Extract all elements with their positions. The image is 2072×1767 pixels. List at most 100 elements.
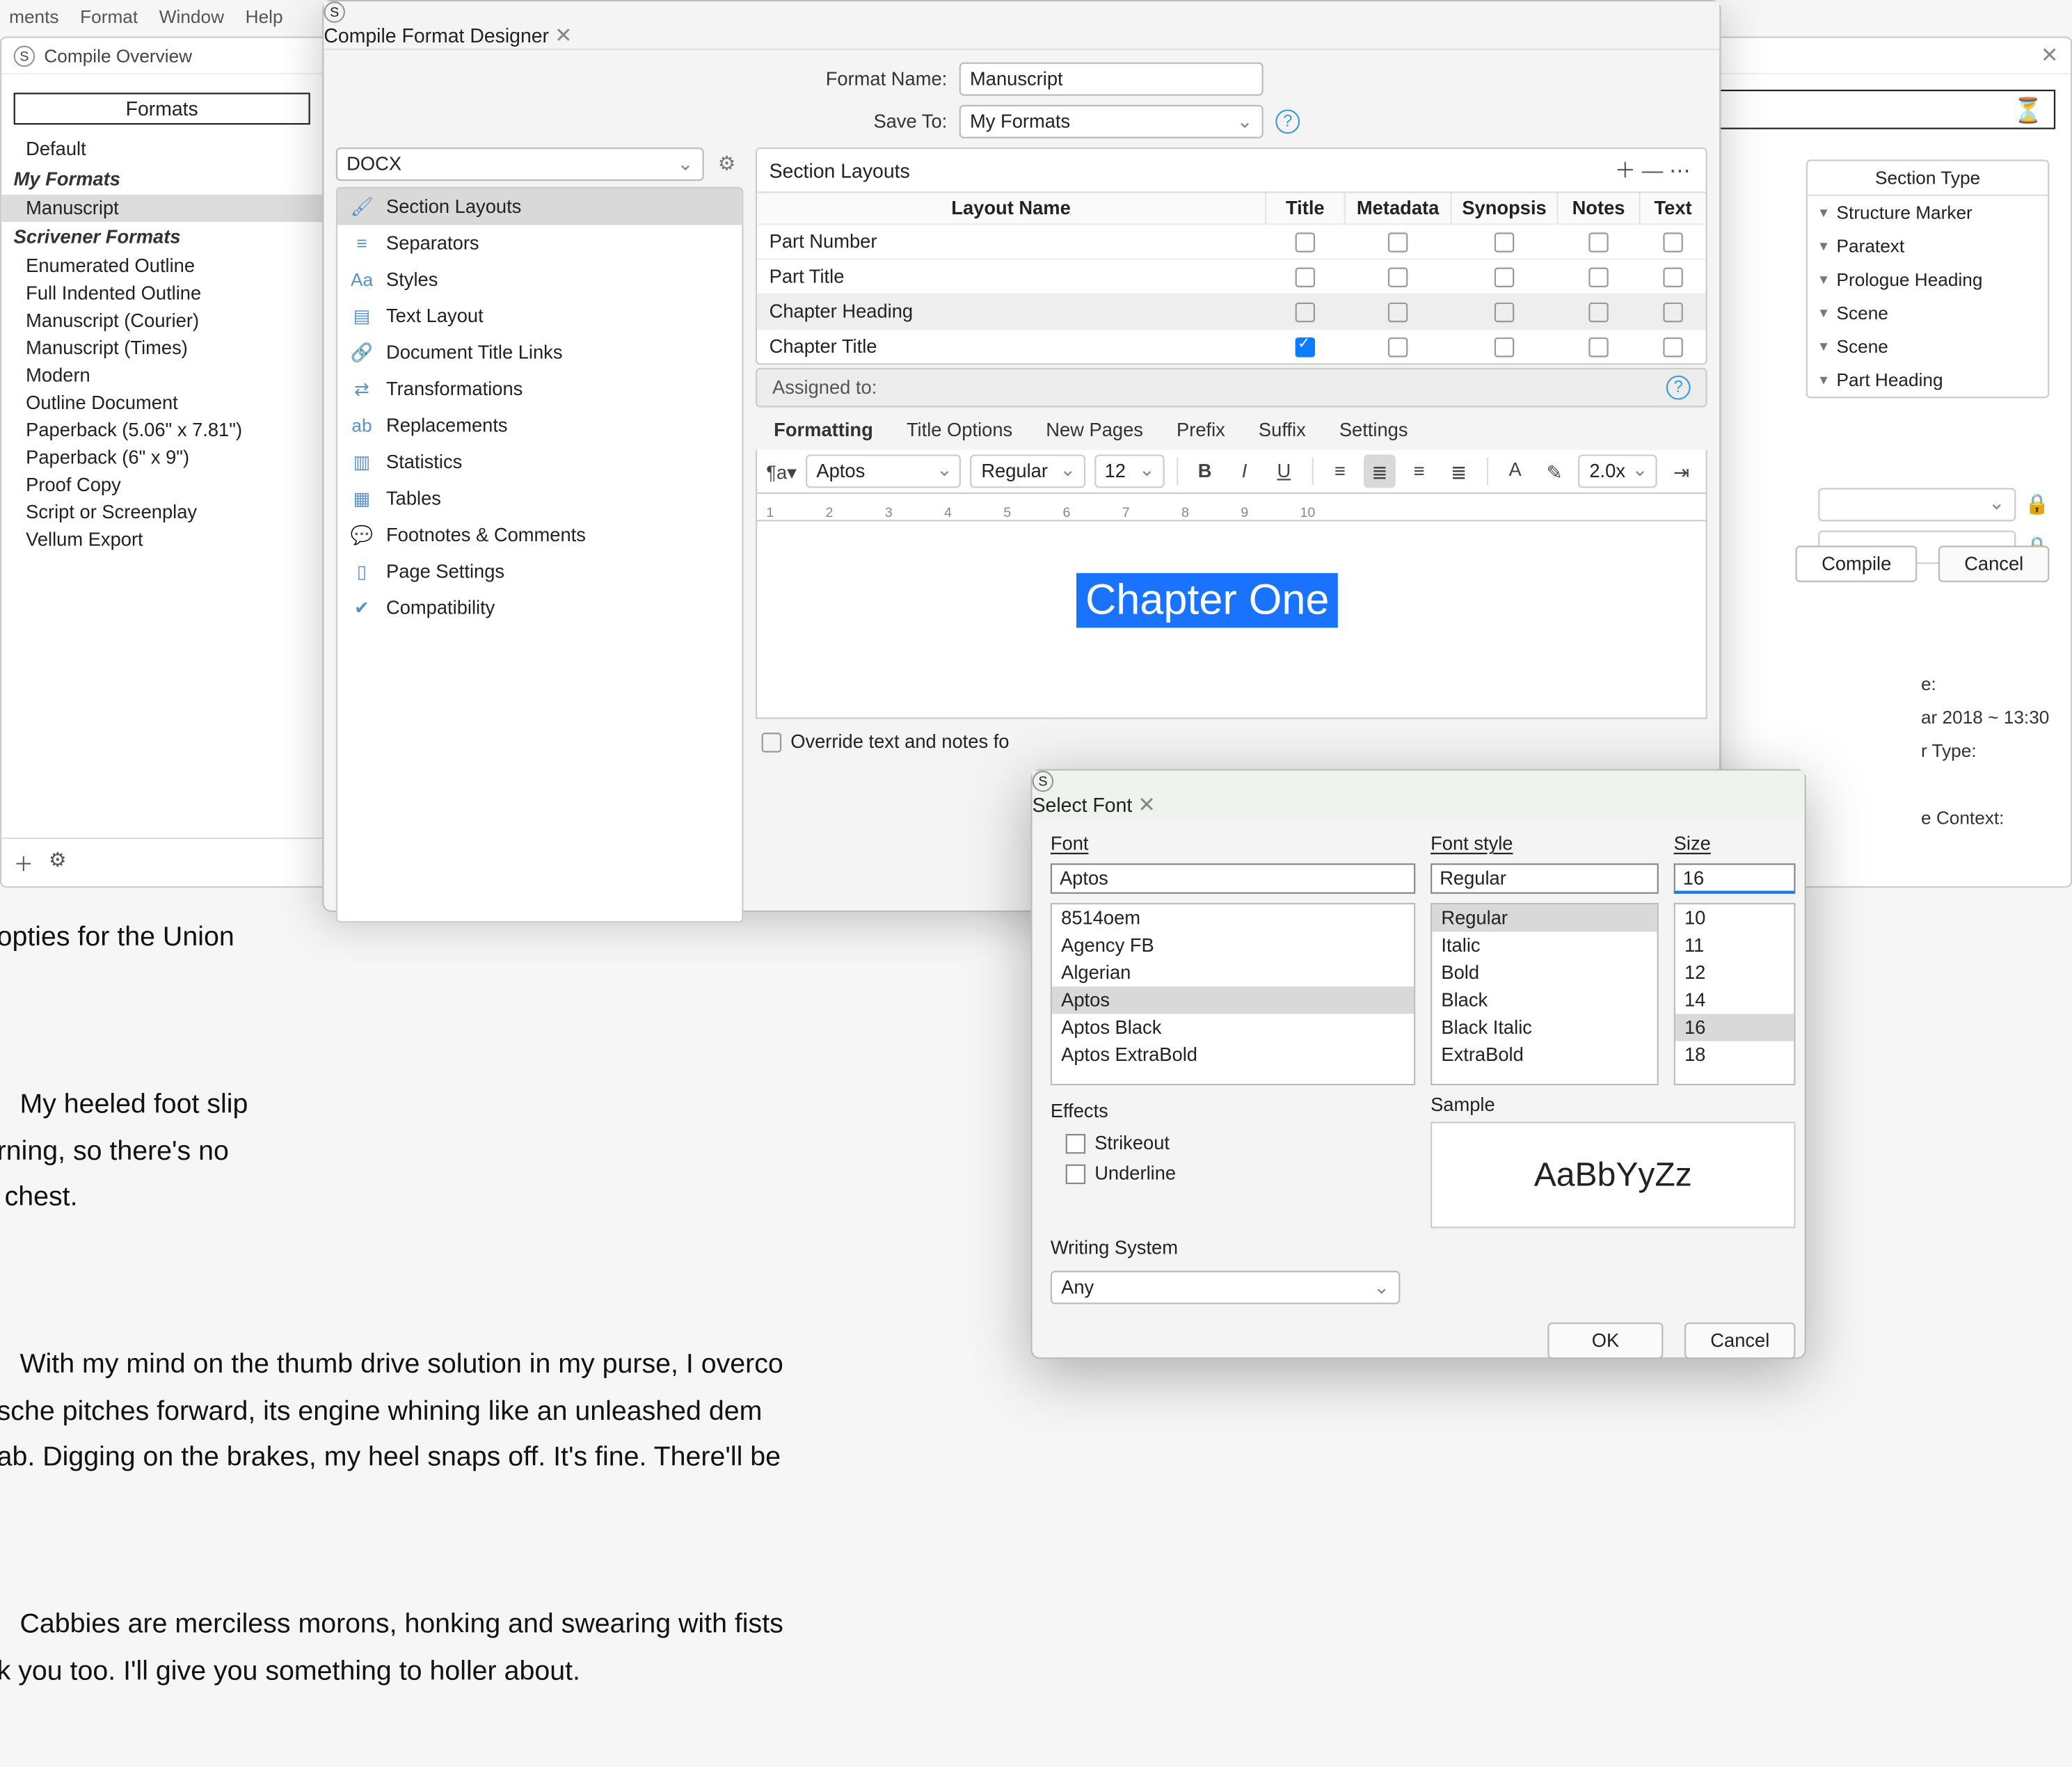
- add-layout-icon[interactable]: ＋: [1611, 155, 1639, 186]
- align-right-icon[interactable]: ≡: [1404, 454, 1435, 488]
- menu-window[interactable]: Window: [159, 6, 224, 28]
- col-title[interactable]: Title: [1265, 193, 1344, 223]
- section-type-part-heading[interactable]: ▾Part Heading: [1808, 363, 2048, 397]
- row-chapter-heading[interactable]: Chapter Heading: [757, 294, 1705, 328]
- format-proof-copy[interactable]: Proof Copy: [1, 471, 322, 498]
- col-notes[interactable]: Notes: [1556, 193, 1639, 223]
- tab-new-pages[interactable]: New Pages: [1043, 417, 1146, 450]
- row-chapter-title[interactable]: Chapter Title: [757, 328, 1705, 363]
- format-manuscript[interactable]: Manuscript: [1, 195, 322, 222]
- font-option[interactable]: Aptos ExtraBold: [1052, 1041, 1414, 1069]
- font-option[interactable]: Agency FB: [1052, 932, 1414, 959]
- section-type-scene-2[interactable]: ▾Scene: [1808, 330, 2048, 363]
- writing-system-combo[interactable]: Any: [1051, 1271, 1401, 1304]
- size-listbox[interactable]: 10 11 12 14 16 18: [1674, 903, 1796, 1085]
- section-type-paratext[interactable]: ▾Paratext: [1808, 230, 2048, 263]
- font-family-combo[interactable]: Aptos: [806, 454, 962, 488]
- style-option[interactable]: Black Italic: [1432, 1014, 1657, 1041]
- format-name-input[interactable]: Manuscript: [959, 63, 1264, 96]
- format-modern[interactable]: Modern: [1, 362, 322, 389]
- checkbox-synopsis[interactable]: [1494, 302, 1513, 321]
- close-icon[interactable]: ✕: [555, 23, 573, 47]
- text-color-icon[interactable]: A: [1499, 454, 1530, 488]
- option-statistics[interactable]: ▥Statistics: [337, 444, 742, 480]
- bold-icon[interactable]: B: [1190, 454, 1220, 488]
- align-justify-icon[interactable]: ≣: [1444, 454, 1474, 488]
- close-icon[interactable]: ✕: [2041, 42, 2059, 68]
- format-full-indented-outline[interactable]: Full Indented Outline: [1, 280, 322, 307]
- checkbox-notes[interactable]: [1588, 337, 1607, 356]
- size-option[interactable]: 10: [1675, 904, 1794, 932]
- option-tables[interactable]: ▦Tables: [337, 480, 742, 516]
- size-option[interactable]: 18: [1675, 1041, 1794, 1069]
- size-option[interactable]: 16: [1675, 1014, 1794, 1041]
- format-manuscript-courier[interactable]: Manuscript (Courier): [1, 307, 322, 334]
- style-listbox[interactable]: Regular Italic Bold Black Black Italic E…: [1431, 903, 1659, 1085]
- style-option[interactable]: Black: [1432, 986, 1657, 1014]
- checkbox-synopsis[interactable]: [1494, 232, 1513, 251]
- format-script-screenplay[interactable]: Script or Screenplay: [1, 499, 322, 526]
- option-text-layout[interactable]: ▤Text Layout: [337, 298, 742, 334]
- font-input[interactable]: Aptos: [1051, 863, 1415, 894]
- format-preview-editor[interactable]: Chapter One: [756, 521, 1707, 719]
- section-type-structure-marker[interactable]: ▾Structure Marker: [1808, 196, 2048, 230]
- format-options-icon[interactable]: ⚙: [49, 848, 66, 877]
- remove-layout-icon[interactable]: —: [1639, 158, 1666, 182]
- row-part-title[interactable]: Part Title: [757, 258, 1705, 293]
- option-transformations[interactable]: ⇄Transformations: [337, 371, 742, 407]
- strikeout-checkbox[interactable]: Strikeout: [1051, 1128, 1415, 1158]
- checkbox-metadata[interactable]: [1387, 232, 1407, 251]
- underline-icon[interactable]: U: [1268, 454, 1299, 488]
- style-option[interactable]: Regular: [1432, 904, 1657, 932]
- ok-button[interactable]: OK: [1547, 1322, 1663, 1359]
- size-option[interactable]: 14: [1675, 986, 1794, 1014]
- checkbox-metadata[interactable]: [1387, 337, 1407, 356]
- italic-icon[interactable]: I: [1229, 454, 1260, 488]
- menu-help[interactable]: Help: [246, 6, 283, 28]
- font-option[interactable]: Algerian: [1052, 959, 1414, 986]
- checkbox-title[interactable]: [1295, 232, 1314, 251]
- help-icon[interactable]: ?: [1275, 109, 1300, 134]
- col-layout-name[interactable]: Layout Name: [757, 193, 1265, 223]
- highlight-icon[interactable]: ✎: [1539, 454, 1570, 488]
- styles-dropdown-icon[interactable]: ¶a▾: [766, 454, 797, 488]
- option-separators[interactable]: ≡Separators: [337, 225, 742, 261]
- more-icon[interactable]: ⋯: [1666, 157, 1694, 183]
- col-metadata[interactable]: Metadata: [1344, 193, 1451, 223]
- line-spacing-combo[interactable]: 2.0x: [1579, 454, 1657, 488]
- underline-checkbox[interactable]: Underline: [1051, 1158, 1415, 1189]
- indent-icon[interactable]: ⇥: [1666, 454, 1697, 488]
- checkbox-text[interactable]: [1662, 266, 1682, 286]
- checkbox-synopsis[interactable]: [1494, 337, 1513, 356]
- font-style-input[interactable]: Regular: [1431, 863, 1659, 894]
- chapter-one-selection[interactable]: Chapter One: [1076, 573, 1339, 628]
- add-format-icon[interactable]: ＋: [14, 848, 33, 877]
- size-option[interactable]: 11: [1675, 932, 1794, 959]
- checkbox-synopsis[interactable]: [1494, 266, 1513, 286]
- section-type-scene[interactable]: ▾Scene: [1808, 296, 2048, 330]
- checkbox-title[interactable]: [1295, 302, 1314, 321]
- format-outline-document[interactable]: Outline Document: [1, 389, 322, 416]
- option-compatibility[interactable]: ✔Compatibility: [337, 590, 742, 626]
- tab-suffix[interactable]: Suffix: [1256, 417, 1309, 450]
- option-replacements[interactable]: abReplacements: [337, 408, 742, 444]
- font-option[interactable]: 8514oem: [1052, 904, 1414, 932]
- size-option[interactable]: 12: [1675, 959, 1794, 986]
- lock-icon[interactable]: 🔒: [2025, 493, 2049, 517]
- override-checkbox[interactable]: [762, 732, 781, 751]
- checkbox-metadata[interactable]: [1387, 302, 1407, 321]
- font-listbox[interactable]: 8514oem Agency FB Algerian Aptos Aptos B…: [1051, 903, 1415, 1085]
- filetype-combo[interactable]: DOCX: [336, 147, 704, 181]
- col-synopsis[interactable]: Synopsis: [1450, 193, 1556, 223]
- format-vellum-export[interactable]: Vellum Export: [1, 526, 322, 553]
- tab-prefix[interactable]: Prefix: [1174, 417, 1229, 450]
- row-part-number[interactable]: Part Number: [757, 223, 1705, 258]
- compile-button[interactable]: Compile: [1796, 545, 1917, 582]
- cancel-button[interactable]: Cancel: [1938, 545, 2049, 582]
- col-text[interactable]: Text: [1639, 193, 1705, 223]
- compile-combo-1[interactable]: [1818, 488, 2016, 521]
- format-manuscript-times[interactable]: Manuscript (Times): [1, 335, 322, 362]
- align-center-icon[interactable]: ≣: [1364, 454, 1395, 488]
- checkbox-text[interactable]: [1662, 302, 1682, 321]
- tab-formatting[interactable]: Formatting: [771, 417, 876, 450]
